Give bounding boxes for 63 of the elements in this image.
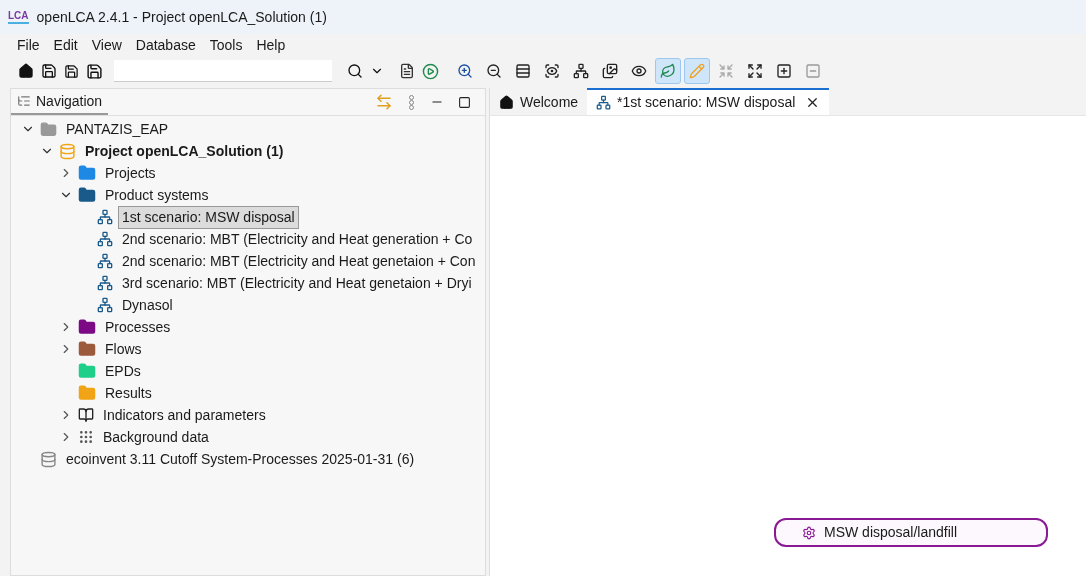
menu-item[interactable]: File (17, 34, 40, 56)
tree-item[interactable]: Product systems (101, 183, 213, 207)
tree-item[interactable]: 3rd scenario: MBT (Electricity and Heat genetaion + Dryi (118, 271, 476, 295)
pencil-icon (689, 63, 705, 79)
tree-item[interactable]: 1st scenario: MSW disposal (118, 205, 299, 229)
tree-icon (573, 63, 589, 79)
tree-item[interactable]: 2nd scenario: MBT (Electricity and Heat generation + Co (118, 227, 477, 251)
tree-item[interactable]: 2nd scenario: MBT (Electricity and Heat genetaion + Con (118, 249, 480, 273)
tree-item[interactable]: Processes (101, 315, 175, 339)
images-icon (602, 63, 618, 79)
menu-item[interactable]: Help (256, 34, 286, 56)
tree-item[interactable]: ecoinvent 3.11 Cutoff System-Processes 2025-01-31 (6) (62, 447, 419, 471)
gear-icon (802, 525, 816, 540)
document-icon[interactable] (399, 63, 415, 79)
save-as-icon[interactable] (64, 63, 79, 79)
tree-item[interactable]: Dynasol (118, 293, 177, 317)
hierarchy-icon (97, 275, 113, 291)
editor-tab[interactable]: *1st scenario: MSW disposal (587, 88, 830, 115)
home-icon[interactable] (18, 63, 34, 79)
tree-item[interactable]: Projects (101, 161, 160, 185)
process-node[interactable]: MSW disposal/landfill (774, 518, 1048, 547)
window-title: openLCA 2.4.1 - Project openLCA_Solution (1) (36, 7, 327, 27)
minus-icon (805, 63, 821, 79)
hierarchy-icon (97, 253, 113, 269)
tree-item[interactable]: PANTAZIS_EAP (62, 117, 173, 141)
maximize-icon[interactable] (458, 95, 471, 109)
folder-icon (40, 120, 57, 138)
search-icon[interactable] (347, 63, 363, 79)
menu-item[interactable]: Database (135, 34, 196, 56)
menu-item[interactable]: Edit (53, 34, 78, 56)
tree-item[interactable]: Flows (101, 337, 146, 361)
tree-item[interactable]: EPDs (101, 359, 145, 383)
tree-icon (17, 94, 31, 108)
hierarchy-icon (97, 297, 113, 313)
expand-icon (747, 63, 763, 79)
menu-item[interactable]: Tools (209, 34, 243, 56)
hierarchy-icon (97, 231, 113, 247)
hierarchy-icon (596, 95, 612, 110)
eye-icon (631, 63, 647, 79)
focus-icon (544, 63, 560, 79)
layout-icon (515, 63, 531, 79)
collapse-icon (718, 63, 734, 79)
dots-icon (78, 429, 94, 445)
zoom-out-icon (486, 63, 502, 79)
database-icon (40, 450, 57, 468)
tree-item[interactable]: Indicators and parameters (99, 403, 270, 427)
database-icon (59, 142, 76, 160)
save-icon[interactable] (41, 63, 57, 79)
menu-item[interactable]: View (91, 34, 122, 56)
tree-item[interactable]: Project openLCA_Solution (1) (81, 139, 288, 163)
leaf-icon (660, 63, 676, 79)
hierarchy-icon (97, 209, 113, 225)
play-icon[interactable] (422, 62, 439, 80)
tree-item[interactable]: Background data (99, 425, 213, 449)
search-field[interactable] (114, 60, 332, 82)
home-icon (499, 95, 514, 110)
plus-icon (776, 63, 792, 79)
book-icon (78, 407, 94, 423)
tree-item[interactable]: Results (101, 381, 156, 405)
zoom-in-icon (457, 63, 473, 79)
editor-tab[interactable]: Welcome (490, 88, 588, 115)
save-all-icon[interactable] (86, 62, 103, 80)
navigation-tab[interactable]: Navigation (11, 89, 109, 115)
